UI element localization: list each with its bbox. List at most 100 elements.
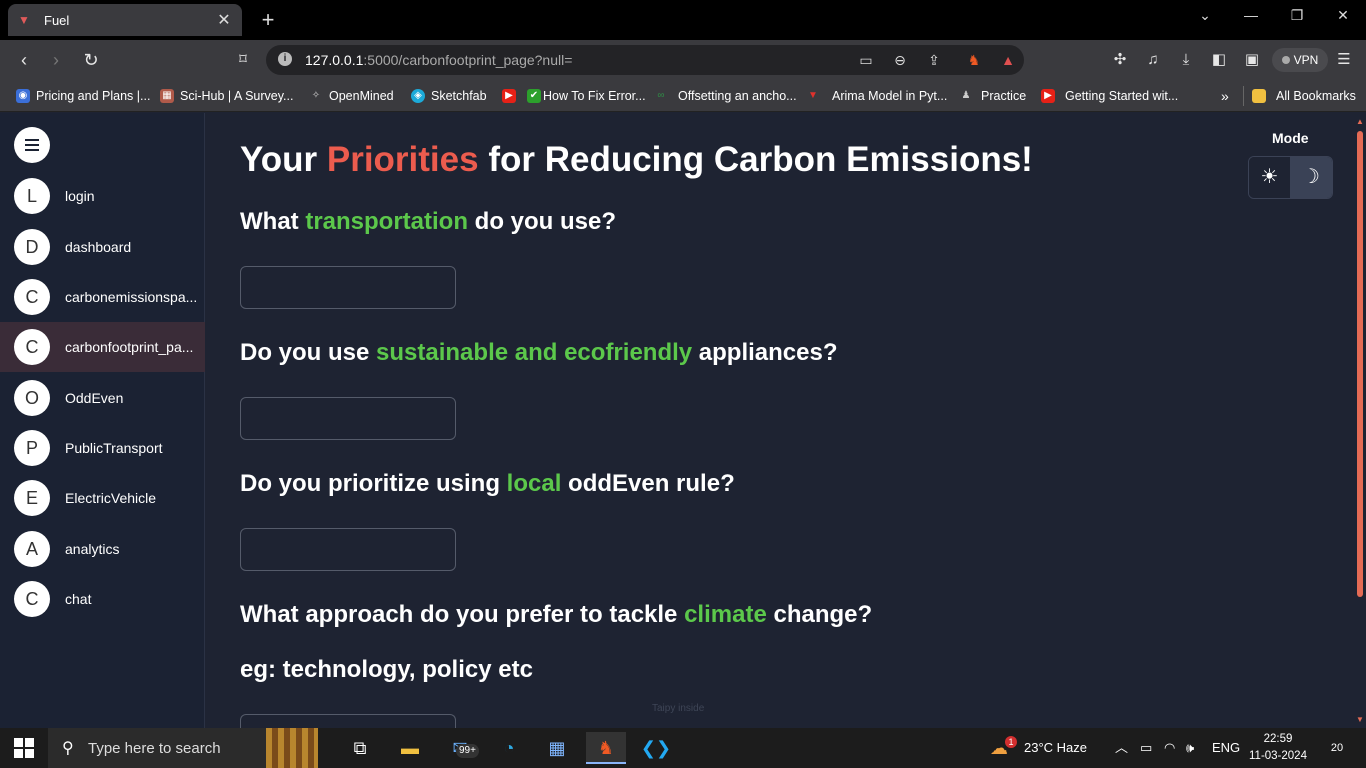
download-icon[interactable]: ⤓	[1175, 50, 1197, 70]
scihub-icon: ▦	[160, 89, 174, 103]
theme-toggle[interactable]: ☀ ☽	[1248, 156, 1333, 199]
taskbar-search[interactable]: ⚲ Type here to search	[48, 728, 318, 768]
bookmarks-overflow-button[interactable]: »	[1221, 86, 1229, 106]
sidebar-item-oddeven[interactable]: O OddEven	[0, 373, 205, 423]
vpn-button[interactable]: VPN	[1272, 48, 1328, 72]
sidebar-toggle-icon[interactable]: ◧	[1208, 50, 1230, 70]
sidebar-item-login[interactable]: Llogin	[0, 171, 205, 221]
sidebar-item-publictransport[interactable]: P PublicTransport	[0, 423, 205, 473]
bookmark-label: OpenMined	[329, 89, 394, 103]
weather-badge: 1	[1005, 736, 1017, 748]
bookmark-item[interactable]: ♟ Practice	[959, 86, 1027, 106]
sidebar-item-electricvehicle[interactable]: E ElectricVehicle	[0, 473, 205, 523]
title-text: for Reducing Carbon Emissions!	[478, 140, 1033, 179]
bookmark-label: Getting Started wit...	[1065, 89, 1179, 103]
question-accent: transportation	[305, 208, 468, 235]
vscode-icon[interactable]: ❮❯	[636, 732, 676, 764]
openmined-icon: ✧	[311, 90, 321, 101]
sidebar-item-label: analytics	[65, 541, 120, 557]
tray-chevron-icon[interactable]: ︿	[1115, 728, 1128, 768]
page-scrollbar[interactable]: ▲ ▼	[1354, 113, 1366, 728]
media-icon[interactable]: ♫	[1142, 50, 1164, 70]
brave-taskbar-icon[interactable]: ♞	[586, 732, 626, 764]
question-text: appliances?	[692, 339, 838, 366]
browser-menu-icon[interactable]: ☰	[1333, 50, 1355, 70]
menu-toggle-button[interactable]	[14, 127, 50, 163]
avatar: C	[14, 279, 50, 315]
mail-badge: 99+	[456, 744, 479, 758]
zoom-icon[interactable]: ⊖	[890, 50, 910, 70]
site-info-icon[interactable]: i	[278, 52, 292, 66]
question-appliances: Do you use sustainable and ecofriendly a…	[240, 339, 838, 367]
tab-search-icon[interactable]: ⌄	[1182, 0, 1228, 30]
wallet-icon[interactable]: ▣	[1241, 50, 1263, 70]
bookmark-item[interactable]: ▦ Sci-Hub | A Survey...	[160, 86, 293, 106]
bookmark-item[interactable]: ◉ Pricing and Plans |...	[16, 86, 150, 106]
store-icon[interactable]: ▦	[537, 732, 577, 764]
scrollbar-thumb[interactable]	[1357, 131, 1363, 597]
tab-close-icon[interactable]: ✕	[216, 10, 232, 30]
moon-icon[interactable]: ☽	[1290, 157, 1332, 198]
bookmark-label: Sketchfab	[431, 89, 487, 103]
extensions-icon[interactable]: ✣	[1109, 50, 1131, 70]
battery-icon[interactable]: ▭	[1140, 728, 1152, 768]
new-tab-button[interactable]: +	[256, 6, 280, 34]
bookmark-item[interactable]: ▶ Getting Started wit...	[1041, 86, 1178, 106]
oddeven-input[interactable]	[240, 528, 456, 571]
sidebar-item-label: ElectricVehicle	[65, 490, 157, 506]
transportation-input[interactable]	[240, 266, 456, 309]
browser-tab[interactable]: ▼ Fuel ✕	[8, 4, 242, 36]
brave-rewards-icon[interactable]: ▲	[998, 50, 1018, 70]
sidebar-item-dashboard[interactable]: Ddashboard	[0, 222, 205, 272]
windows-start-icon[interactable]	[14, 738, 34, 758]
sidebar-item-carbonfootprint[interactable]: Ccarbonfootprint_pa...	[0, 322, 205, 372]
back-arrow-icon[interactable]: ‹	[10, 46, 38, 74]
search-placeholder: Type here to search	[88, 739, 221, 757]
check-icon: ✔	[527, 89, 541, 103]
bookmark-item[interactable]: ✧ OpenMined	[309, 86, 394, 106]
bookmark-icon[interactable]: ⌑	[229, 46, 257, 74]
mail-icon[interactable]: ✉99+	[440, 732, 480, 764]
restore-icon[interactable]: ❐	[1274, 0, 1320, 30]
weather-icon[interactable]: ☁	[990, 728, 1008, 768]
all-bookmarks-button[interactable]: All Bookmarks	[1243, 86, 1356, 106]
title-text: Your	[240, 140, 327, 179]
sun-icon[interactable]: ☀	[1249, 157, 1291, 198]
question-transportation: What transportation do you use?	[240, 208, 616, 236]
windows-taskbar: ⚲ Type here to search ⧉ ▬ ✉99+ ◔ ▦ ♞ ❮❯ …	[0, 728, 1366, 768]
sidebar-item-carbonemissions[interactable]: Ccarbonemissionspa...	[0, 272, 205, 322]
avatar: P	[14, 430, 50, 466]
bookmark-item[interactable]: ✔ How To Fix Error...	[527, 86, 646, 106]
volume-icon[interactable]: 🕪	[1186, 728, 1194, 768]
task-view-icon[interactable]: ⧉	[340, 732, 380, 764]
brave-shields-icon[interactable]: ♞	[964, 50, 984, 70]
weather-text[interactable]: 23°C Haze	[1024, 728, 1087, 768]
language-indicator[interactable]: ENG	[1212, 728, 1240, 768]
avatar: O	[14, 380, 50, 416]
bookmark-item[interactable]: ◈ Sketchfab	[411, 86, 487, 106]
bookmark-item[interactable]: ▼ Arima Model in Pyt...	[806, 86, 947, 106]
notifications-icon[interactable]: 20	[1326, 738, 1348, 758]
address-bar[interactable]: i 127.0.0.1:5000/carbonfootprint_page?nu…	[266, 45, 1024, 75]
taskbar-clock[interactable]: 22:59 11-03-2024	[1248, 731, 1308, 765]
folder-icon	[1252, 89, 1266, 103]
scroll-down-icon[interactable]: ▼	[1356, 715, 1364, 724]
url-text[interactable]: 127.0.0.1:5000/carbonfootprint_page?null…	[305, 52, 572, 68]
share-icon[interactable]: ⇪	[924, 50, 944, 70]
window-close-icon[interactable]: ✕	[1320, 0, 1366, 30]
bookmark-item[interactable]: ∞ Offsetting an ancho...	[654, 86, 796, 106]
appliances-input[interactable]	[240, 397, 456, 440]
edge-icon[interactable]: ◔	[489, 732, 529, 764]
bookmark-item[interactable]: ▶	[502, 86, 522, 106]
url-path: :5000/carbonfootprint_page?null=	[363, 52, 573, 68]
file-explorer-icon[interactable]: ▬	[390, 732, 430, 764]
minimize-icon[interactable]: —	[1228, 0, 1274, 30]
scroll-up-icon[interactable]: ▲	[1356, 117, 1364, 126]
sidebar-item-chat[interactable]: Cchat	[0, 574, 205, 624]
avatar: C	[14, 581, 50, 617]
sidebar-item-analytics[interactable]: Aanalytics	[0, 524, 205, 574]
reload-icon[interactable]: ↻	[77, 46, 105, 74]
network-icon[interactable]: ◠	[1164, 728, 1175, 768]
forward-arrow-icon[interactable]: ›	[42, 46, 70, 74]
cast-icon[interactable]: ▭	[856, 50, 876, 70]
